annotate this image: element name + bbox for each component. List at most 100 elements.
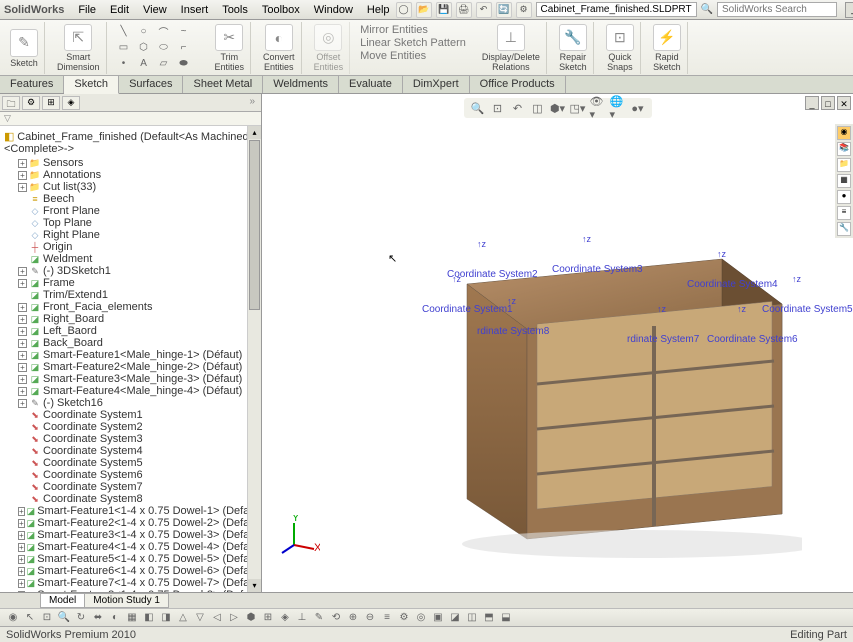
sketch-group[interactable]: ✎ Sketch [4,22,45,74]
expand-icon[interactable]: + [18,183,27,192]
btm-tool-23[interactable]: ⚙ [397,611,411,625]
expand-icon[interactable]: + [18,303,27,312]
dimxpert-tab[interactable]: ◈ [62,96,80,110]
linear-pattern-button[interactable]: Linear Sketch Pattern [360,37,466,49]
open-icon[interactable]: 📂 [416,2,432,18]
tree-item[interactable]: +◪Smart-Feature8<1-4 x 0.75 Dowel-8> (De… [0,589,261,592]
menu-view[interactable]: View [137,2,173,18]
tree-item[interactable]: ◇Right Plane [0,229,261,241]
expand-icon[interactable]: + [18,375,27,384]
tree-item[interactable]: ⬊Coordinate System6 [0,469,261,481]
btm-tool-28[interactable]: ⬒ [482,611,496,625]
snaps-group[interactable]: ⊡ Quick Snaps [600,22,641,74]
expand-icon[interactable]: + [18,531,25,540]
toolbox-tab[interactable]: 🔧 [837,222,851,236]
new-icon[interactable]: ◯ [396,2,412,18]
expand-icon[interactable]: + [18,387,27,396]
tree-item[interactable]: ⬊Coordinate System1 [0,409,261,421]
design-library-tab[interactable]: 📚 [837,142,851,156]
btm-tool-21[interactable]: ⊖ [363,611,377,625]
tab-sketch[interactable]: Sketch [64,76,119,94]
scroll-down-icon[interactable]: ▾ [248,579,261,592]
expand-icon[interactable]: + [18,399,27,408]
tab-surfaces[interactable]: Surfaces [119,76,183,93]
convert-group[interactable]: ◐ Convert Entities [257,22,302,74]
feature-manager-tab[interactable]: 🗀 [2,96,20,110]
tree-item[interactable]: ⬊Coordinate System3 [0,433,261,445]
expand-icon[interactable]: + [18,579,25,588]
btm-tool-3[interactable]: 🔍 [57,611,71,625]
previous-view-icon[interactable]: ↶ [510,100,526,116]
tree-item[interactable]: +📁Annotations [0,169,261,181]
view-orientation-icon[interactable]: ⬢▾ [550,100,566,116]
hide-show-icon[interactable]: 👁▾ [590,100,606,116]
tree-item[interactable]: +📁Cut list(33) [0,181,261,193]
line-icon[interactable]: ╲ [115,24,133,38]
btm-tool-26[interactable]: ◪ [448,611,462,625]
tree-item[interactable]: +📁Sensors [0,157,261,169]
expand-icon[interactable]: + [18,159,27,168]
btm-tool-15[interactable]: ⊞ [261,611,275,625]
move-entities-button[interactable]: Move Entities [360,50,466,62]
menu-help[interactable]: Help [361,2,396,18]
tree-item[interactable]: ◇Front Plane [0,205,261,217]
custom-props-tab[interactable]: ≡ [837,206,851,220]
mdi-close[interactable]: ✕ [837,96,851,110]
scene-icon[interactable]: 🌐▾ [610,100,626,116]
btm-tool-13[interactable]: ▷ [227,611,241,625]
tree-item[interactable]: +◪Smart-Feature2<1-4 x 0.75 Dowel-2> (De… [0,517,261,529]
btm-tool-18[interactable]: ✎ [312,611,326,625]
btm-tool-6[interactable]: ◐ [108,611,122,625]
btm-tool-9[interactable]: ◨ [159,611,173,625]
tab-weldments[interactable]: Weldments [263,76,339,93]
btm-tool-8[interactable]: ◧ [142,611,156,625]
menu-file[interactable]: File [72,2,102,18]
tree-item[interactable]: ◪Weldment [0,253,261,265]
mdi-minimize[interactable]: _ [805,96,819,110]
section-view-icon[interactable]: ◫ [530,100,546,116]
mirror-entities-button[interactable]: Mirror Entities [360,24,466,36]
btm-tool-0[interactable]: ◉ [6,611,20,625]
btm-tool-2[interactable]: ⊡ [40,611,54,625]
resources-tab[interactable]: ◉ [837,126,851,140]
tree-item[interactable]: ⬊Coordinate System7 [0,481,261,493]
expand-icon[interactable]: + [18,519,25,528]
ellipse-icon[interactable]: ⬭ [155,40,173,54]
btm-tool-16[interactable]: ◈ [278,611,292,625]
tree-item[interactable]: ◇Top Plane [0,217,261,229]
btm-tool-14[interactable]: ⬢ [244,611,258,625]
tree-item[interactable]: +◪Left_Baord [0,325,261,337]
tree-item[interactable]: +✎(-) Sketch16 [0,397,261,409]
zoom-area-icon[interactable]: ⊡ [490,100,506,116]
tree-filter-bar[interactable]: ▽ [0,112,261,126]
btm-tool-27[interactable]: ◫ [465,611,479,625]
expand-icon[interactable]: + [18,591,25,593]
tree-item[interactable]: ⬊Coordinate System5 [0,457,261,469]
mdi-restore[interactable]: □ [821,96,835,110]
tree-item[interactable]: +◪Smart-Feature6<1-4 x 0.75 Dowel-6> (De… [0,565,261,577]
orientation-triad[interactable]: Y X [280,515,320,558]
menu-insert[interactable]: Insert [175,2,215,18]
tab-dimxpert[interactable]: DimXpert [403,76,470,93]
btm-tool-17[interactable]: ⊥ [295,611,309,625]
circle-icon[interactable]: ○ [135,24,153,38]
tab-features[interactable]: Features [0,76,64,93]
menu-toolbox[interactable]: Toolbox [256,2,306,18]
expand-icon[interactable]: + [18,543,25,552]
tree-scrollbar[interactable]: ▴ ▾ [247,126,261,592]
expand-icon[interactable]: + [18,315,27,324]
tree-item[interactable]: ⬊Coordinate System4 [0,445,261,457]
tree-item[interactable]: +◪Smart-Feature4<1-4 x 0.75 Dowel-4> (De… [0,541,261,553]
options-icon[interactable]: ⚙ [516,2,532,18]
smart-dimension-group[interactable]: ⇱ Smart Dimension [51,22,107,74]
btm-tool-22[interactable]: ≡ [380,611,394,625]
offset-group[interactable]: ◎ Offset Entities [308,22,351,74]
zoom-fit-icon[interactable]: 🔍 [470,100,486,116]
bottom-tab-motion-study-1[interactable]: Motion Study 1 [84,593,169,608]
expand-icon[interactable]: + [18,363,27,372]
tree-item[interactable]: ┼Origin [0,241,261,253]
display-style-icon[interactable]: ◳▾ [570,100,586,116]
tree-item[interactable]: +◪Frame [0,277,261,289]
rebuild-icon[interactable]: 🔄 [496,2,512,18]
tree-item[interactable]: ⬊Coordinate System2 [0,421,261,433]
